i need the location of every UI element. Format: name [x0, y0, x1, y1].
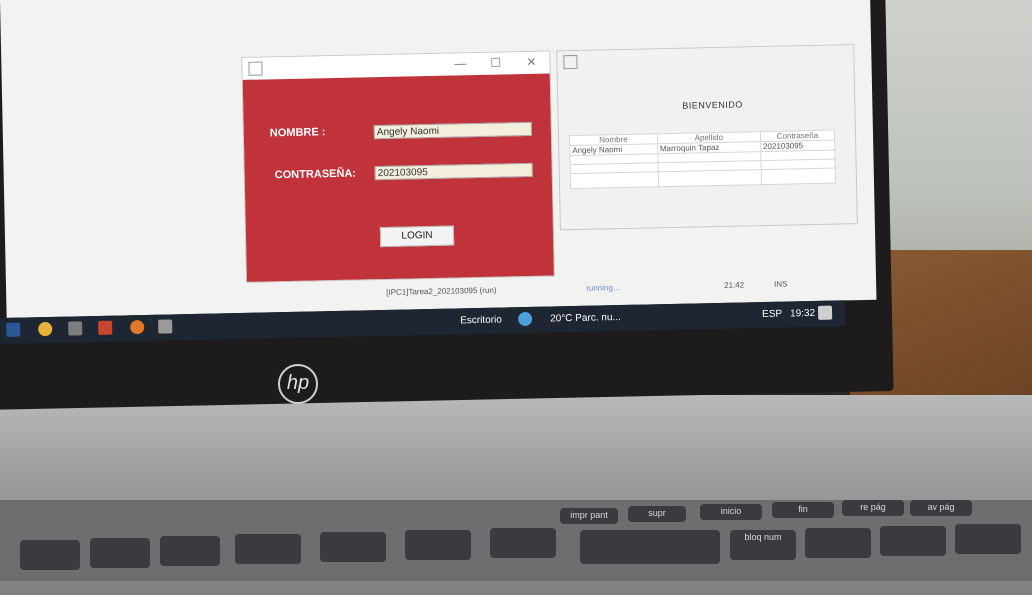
key-supr: supr	[628, 506, 686, 522]
close-button[interactable]: ✕	[526, 55, 536, 69]
weather-widget[interactable]: 20°C Parc. nu...	[550, 312, 621, 324]
ide-project-status[interactable]: [IPC1]Tarea2_202103095 (run)	[386, 286, 496, 297]
key	[805, 528, 871, 558]
notification-icon[interactable]	[817, 305, 833, 320]
minimize-button[interactable]: —	[454, 56, 466, 70]
hp-logo: hp	[278, 364, 318, 404]
word-icon[interactable]	[6, 322, 21, 337]
contrasena-input[interactable]: 202103095	[374, 162, 533, 181]
key	[235, 534, 301, 564]
key-re-pag: re pág	[842, 500, 904, 516]
key	[160, 536, 220, 566]
key-bloq-num: bloq num	[730, 530, 796, 560]
ide-cursor-position: 21:42	[724, 280, 745, 290]
app-icon[interactable]	[517, 311, 533, 327]
welcome-title-bar	[557, 45, 854, 74]
browser-icon[interactable]	[130, 319, 145, 335]
key	[880, 526, 946, 556]
app-icon[interactable]	[68, 321, 83, 336]
app-icon	[563, 54, 578, 70]
key	[955, 524, 1021, 554]
java-app-icon[interactable]	[158, 319, 173, 334]
keyboard: impr pant supr inicio fin re pág av pág …	[0, 500, 1032, 581]
key	[320, 532, 386, 562]
key	[405, 530, 471, 560]
contrasena-label: CONTRASEÑA:	[274, 167, 357, 182]
escritorio-label[interactable]: Escritorio	[460, 314, 502, 326]
welcome-heading: BIENVENIDO	[682, 99, 743, 111]
login-button[interactable]: LOGIN	[379, 225, 455, 248]
app-icon	[248, 61, 263, 76]
ide-run-state: running...	[586, 283, 620, 293]
login-window: — ☐ ✕ NOMBRE : Angely Naomi CONTRASEÑA: …	[241, 50, 555, 283]
ide-insert-mode: INS	[774, 279, 788, 289]
chrome-icon[interactable]	[38, 321, 53, 337]
maximize-button[interactable]: ☐	[490, 56, 501, 70]
users-table: Nombre Apellido Contraseña Angely Naomi …	[568, 129, 837, 190]
language-indicator[interactable]: ESP	[762, 309, 782, 320]
welcome-window: BIENVENIDO Nombre Apellido Contraseña An…	[556, 44, 858, 231]
login-form: NOMBRE : Angely Naomi CONTRASEÑA: 202103…	[242, 73, 554, 282]
clock[interactable]: 19:32	[790, 308, 815, 320]
key	[490, 528, 556, 558]
powerpoint-icon[interactable]	[98, 320, 113, 335]
nombre-input[interactable]: Angely Naomi	[373, 121, 532, 140]
key	[90, 538, 150, 568]
key	[20, 540, 80, 570]
screen: — ☐ ✕ NOMBRE : Angely Naomi CONTRASEÑA: …	[0, 0, 877, 318]
nombre-label: NOMBRE :	[269, 126, 326, 140]
key-backspace	[580, 530, 720, 564]
key-inicio: inicio	[700, 504, 762, 520]
key-av-pag: av pág	[910, 500, 972, 516]
key-impr-pant: impr pant	[560, 508, 618, 524]
key-fin: fin	[772, 502, 834, 518]
